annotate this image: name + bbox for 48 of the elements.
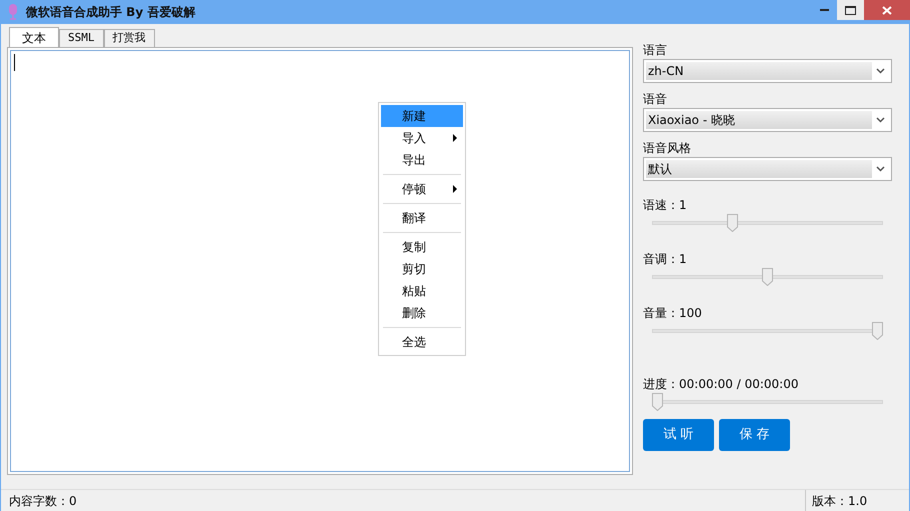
minimize-icon xyxy=(820,9,828,11)
menu-item[interactable]: 剪切 xyxy=(381,258,463,280)
slider-thumb[interactable] xyxy=(872,322,883,340)
menu-item[interactable]: 停顿 xyxy=(381,178,463,200)
menu-item[interactable]: 删除 xyxy=(381,302,463,324)
slider-label: 语速：1 xyxy=(643,197,688,214)
menu-item[interactable]: 复制 xyxy=(381,236,463,258)
submenu-arrow-icon xyxy=(453,134,457,142)
chevron-down-icon xyxy=(876,68,885,74)
status-text: 内容字数：0 xyxy=(8,492,78,510)
menu-item[interactable]: 导入 xyxy=(381,127,463,149)
slider-thumb[interactable] xyxy=(652,393,663,411)
chevron-down-icon xyxy=(876,166,885,172)
maximize-button[interactable] xyxy=(837,0,864,20)
action-button[interactable]: 试 听 xyxy=(643,419,714,451)
close-button[interactable] xyxy=(864,0,910,20)
close-icon xyxy=(882,6,892,14)
dropdown[interactable]: Xiaoxiao - 晓晓 xyxy=(643,108,892,132)
submenu-arrow-icon xyxy=(453,185,457,193)
slider[interactable] xyxy=(652,322,883,342)
text-area[interactable]: 新建 导入 导出 停顿 翻译 复制 剪切 粘贴 删除 全选 xyxy=(10,50,630,472)
field-label: 语音风格 xyxy=(643,140,692,157)
slider[interactable] xyxy=(652,393,883,413)
slider[interactable] xyxy=(652,268,883,288)
field-label: 语言 xyxy=(643,42,668,59)
slider-thumb[interactable] xyxy=(726,214,738,232)
window-title: 微软语音合成助手 By 吾爱破解 xyxy=(26,4,196,21)
slider-label: 音量：100 xyxy=(643,305,703,322)
slider-label: 音调：1 xyxy=(643,251,688,268)
menu-item[interactable]: 全选 xyxy=(381,331,463,353)
action-button[interactable]: 保 存 xyxy=(719,419,790,451)
field-label: 语音 xyxy=(643,91,668,108)
dropdown[interactable]: 默认 xyxy=(643,157,892,181)
menu-item[interactable]: 导出 xyxy=(381,149,463,171)
progress-label: 进度：00:00:00 / 00:00:00 xyxy=(643,376,800,393)
menu-item[interactable]: 翻译 xyxy=(381,207,463,229)
menu-item[interactable]: 新建 xyxy=(381,105,463,127)
maximize-icon xyxy=(845,6,856,14)
menu-item[interactable]: 粘贴 xyxy=(381,280,463,302)
version-text: 版本：1.0 xyxy=(805,490,909,511)
slider[interactable] xyxy=(652,214,883,234)
dropdown[interactable]: zh-CN xyxy=(643,59,892,83)
slider-thumb[interactable] xyxy=(762,268,773,286)
tab[interactable]: 文本 xyxy=(9,27,59,47)
tab[interactable]: SSML xyxy=(59,29,104,47)
chevron-down-icon xyxy=(876,117,885,123)
microphone-icon xyxy=(8,4,18,20)
tab[interactable]: 打赏我 xyxy=(104,29,154,47)
